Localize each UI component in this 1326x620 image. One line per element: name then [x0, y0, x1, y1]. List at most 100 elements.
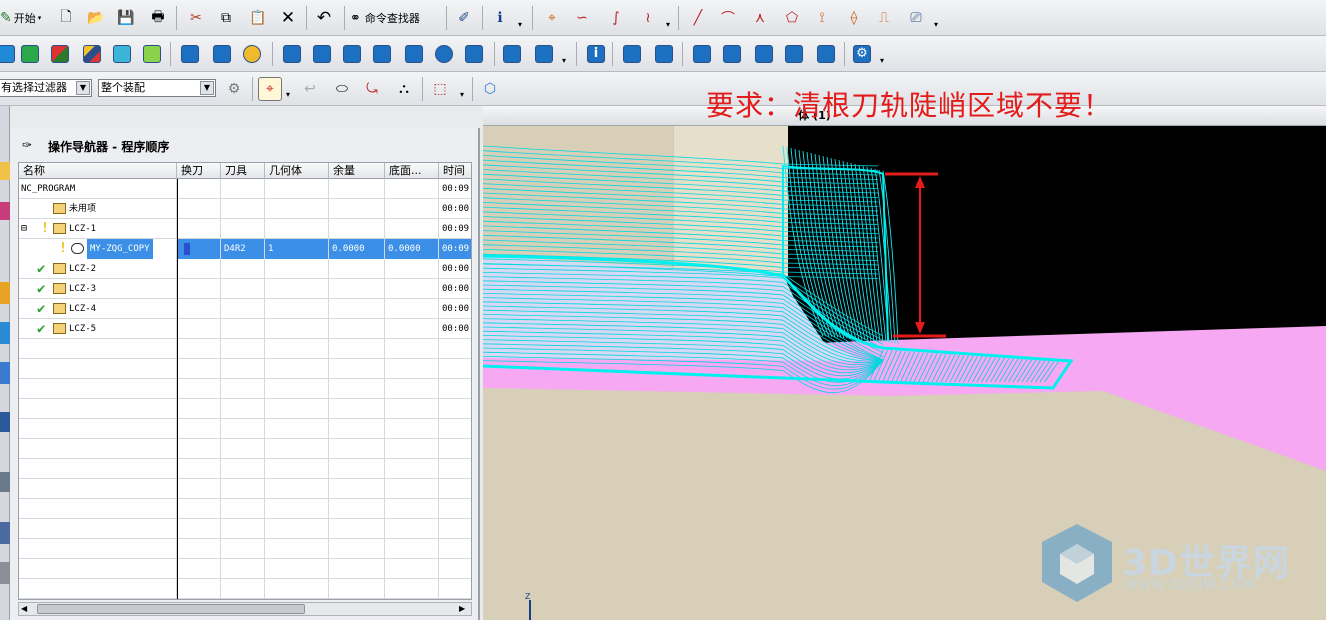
chevron-down-icon[interactable]: ▼ — [200, 81, 214, 95]
table-row[interactable] — [19, 539, 471, 559]
geometry-view-icon[interactable] — [240, 42, 264, 66]
table-row[interactable] — [19, 339, 471, 359]
table-row[interactable]: LCZ-5 ✔ 00:00 — [19, 319, 471, 339]
create-operation-copy-icon[interactable] — [140, 42, 164, 66]
scroll-thumb[interactable] — [37, 604, 305, 614]
column-header-geometry[interactable]: 几何体 — [265, 163, 329, 179]
table-row[interactable]: LCZ-2 ✔ 00:00 — [19, 259, 471, 279]
start-button[interactable]: ✎ 开始 ▾ — [0, 6, 48, 30]
resource-tab-icon[interactable] — [0, 412, 10, 432]
collapse-toggle-icon[interactable]: ⊟ — [21, 219, 27, 239]
settings-gear-icon[interactable]: ⚙ — [850, 42, 874, 66]
shop-doc-folder-icon[interactable] — [532, 42, 556, 66]
horizontal-scrollbar[interactable]: ◀ ▶ — [18, 602, 472, 616]
chevron-down-icon[interactable]: ▾ — [666, 20, 670, 29]
table-row[interactable] — [19, 459, 471, 479]
verify-toolpath-icon[interactable] — [340, 42, 364, 66]
machine-icon[interactable] — [690, 42, 714, 66]
table-row[interactable]: LCZ-3 ✔ 00:00 — [19, 279, 471, 299]
create-program-icon[interactable] — [0, 42, 18, 66]
resource-tab-icon[interactable] — [0, 522, 10, 544]
scroll-right-arrow[interactable]: ▶ — [459, 604, 465, 613]
transform-icon[interactable] — [402, 42, 426, 66]
generate-toolpath-icon[interactable] — [280, 42, 304, 66]
extract-icon[interactable]: ⎚ — [904, 6, 928, 30]
rectangle-select-icon[interactable]: ⬚ — [428, 77, 452, 101]
new-file-icon[interactable]: 🗋 — [54, 6, 78, 30]
chevron-down-icon[interactable]: ▾ — [286, 90, 290, 99]
point-icon[interactable]: ⋏ — [748, 6, 772, 30]
column-header-floor[interactable]: 底面... — [385, 163, 439, 179]
assembly-scope-select[interactable]: 整个装配 ▼ — [98, 79, 216, 97]
undo-icon[interactable]: ↶ — [312, 6, 336, 30]
sequence-icon[interactable] — [752, 42, 776, 66]
line-icon[interactable]: ╱ — [686, 6, 710, 30]
polygon-icon[interactable]: ⬠ — [780, 6, 804, 30]
table-row[interactable] — [19, 499, 471, 519]
create-tool-icon[interactable] — [18, 42, 42, 66]
table-row[interactable]: LCZ-1! ⊟ 00:09 — [19, 219, 471, 239]
type-filter-select[interactable]: 有选择过滤器 ▼ — [0, 79, 92, 97]
selection-scope-icon[interactable]: ⚙ — [222, 77, 246, 101]
list-toolpath-icon[interactable] — [432, 42, 456, 66]
curve-icon[interactable]: ∽ — [570, 6, 594, 30]
paste-icon[interactable]: 📋 — [246, 6, 270, 30]
quick-pick-icon[interactable]: ⬭ — [330, 77, 354, 101]
chevron-down-icon[interactable]: ▾ — [518, 20, 522, 29]
view-cube-icon[interactable]: ⬡ — [478, 77, 502, 101]
table-row[interactable]: 未用项 00:00 — [19, 199, 471, 219]
open-folder-icon[interactable]: 📂 — [84, 6, 108, 30]
trim-curve-icon[interactable]: ⟟ — [810, 6, 834, 30]
machine-tool-view-icon[interactable] — [210, 42, 234, 66]
table-row[interactable] — [19, 399, 471, 419]
table-row[interactable]: LCZ-4 ✔ 00:00 — [19, 299, 471, 319]
wrench-icon[interactable] — [814, 42, 838, 66]
split-curve-icon[interactable]: ⟠ — [842, 6, 866, 30]
table-row[interactable] — [19, 379, 471, 399]
resource-tab-icon[interactable] — [0, 162, 10, 180]
tool-list-icon[interactable] — [652, 42, 676, 66]
table-row[interactable] — [19, 559, 471, 579]
print-icon[interactable]: 🖶 — [146, 6, 170, 30]
delete-toolpath-icon[interactable] — [370, 42, 394, 66]
information-icon[interactable]: i — [584, 42, 608, 66]
table-row[interactable] — [19, 439, 471, 459]
chevron-down-icon[interactable]: ▼ — [76, 81, 90, 95]
project-curve-icon[interactable]: ⎍ — [872, 6, 896, 30]
table-row[interactable] — [19, 479, 471, 499]
resource-tab-icon[interactable] — [0, 202, 10, 220]
column-header-time[interactable]: 时间 — [439, 163, 471, 179]
measure-icon[interactable]: ⌖ — [540, 6, 564, 30]
back-arrow-icon[interactable]: ↩ — [298, 77, 322, 101]
edit-object-icon[interactable]: ✐ — [452, 6, 476, 30]
chevron-down-icon[interactable]: ▾ — [934, 20, 938, 29]
delete-icon[interactable]: ✕ — [276, 6, 300, 30]
table-row[interactable] — [19, 419, 471, 439]
name-icon[interactable] — [462, 42, 486, 66]
curve-offset-icon[interactable]: ≀ — [636, 6, 660, 30]
resource-tab-icon[interactable] — [0, 472, 10, 492]
chevron-down-icon[interactable]: ▾ — [562, 56, 566, 65]
post-process-icon[interactable] — [500, 42, 524, 66]
resource-tab-icon[interactable] — [0, 322, 10, 344]
column-header-tool-change[interactable]: 换刀 — [177, 163, 221, 179]
spline-icon[interactable]: ∫ — [604, 6, 628, 30]
command-finder-button[interactable]: ⚭ 命令查找器 — [350, 6, 444, 30]
tool-info-icon[interactable] — [620, 42, 644, 66]
resource-tab-icon[interactable] — [0, 282, 10, 304]
resource-tab-icon[interactable] — [0, 362, 10, 384]
table-row[interactable]: NC_PROGRAM 00:09 — [19, 179, 471, 199]
info-select-icon[interactable]: ℹ — [488, 6, 512, 30]
copy-icon[interactable]: ⧉ — [214, 6, 238, 30]
chevron-down-icon[interactable]: ▾ — [880, 56, 884, 65]
route-icon[interactable]: ⤿ — [360, 77, 384, 101]
table-row[interactable]: MY-ZQG_COPY! D4R2 1 0.0000 0.0000 00:09 — [19, 239, 471, 259]
scroll-left-arrow[interactable]: ◀ — [21, 604, 27, 613]
parallel-icon[interactable] — [782, 42, 806, 66]
chevron-down-icon[interactable]: ▾ — [460, 90, 464, 99]
assembly-navigate-icon[interactable]: ⛬ — [392, 77, 416, 101]
resource-tab-icon[interactable] — [0, 562, 10, 584]
pin-icon[interactable]: ✑ — [22, 138, 32, 152]
column-header-tool[interactable]: 刀具 — [221, 163, 265, 179]
probe-icon[interactable] — [720, 42, 744, 66]
